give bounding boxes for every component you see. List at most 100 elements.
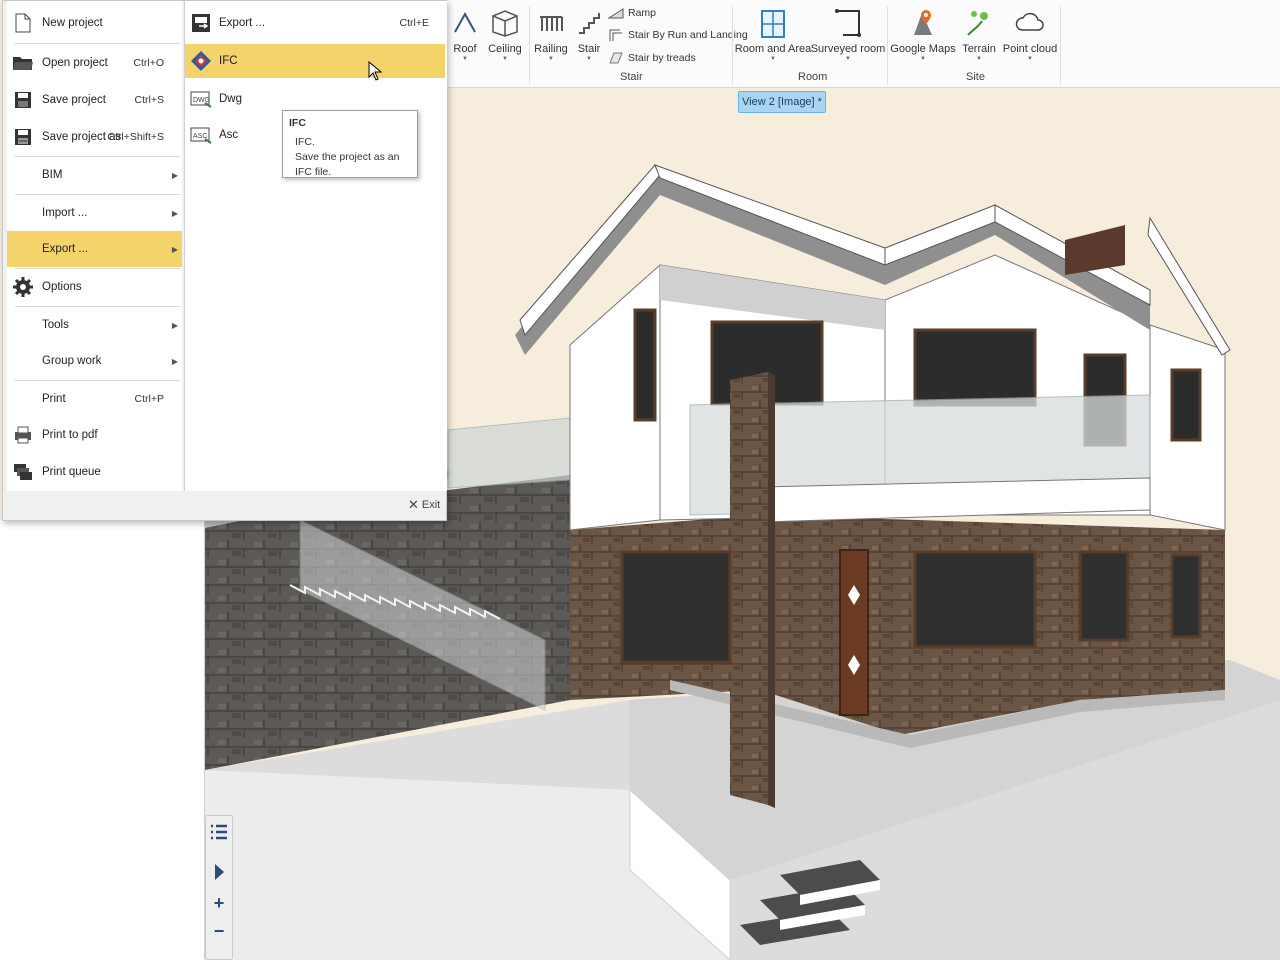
tooltip-description: Save the project as an IFC file.: [295, 151, 400, 178]
ramp-button[interactable]: Ramp: [608, 3, 656, 23]
stair-icon: [571, 4, 607, 42]
roof-icon: [447, 4, 483, 42]
export-icon: [189, 11, 213, 35]
roof-label: Roof: [453, 43, 477, 55]
play-icon: [215, 864, 224, 880]
ribbon-separator: [732, 6, 733, 84]
export-submenu: Export ... Ctrl+E IFC DWG Dwg ASC Asc: [184, 1, 447, 491]
site-group-label: Site: [966, 71, 985, 83]
ceiling-button[interactable]: Ceiling ▼: [485, 4, 525, 66]
chevron-right-icon: ▶: [171, 356, 178, 366]
menu-item-shortcut: Ctrl+O: [133, 57, 164, 69]
room-area-label: Room and Area: [734, 43, 812, 55]
stair-treads-label: Stair by treads: [628, 52, 696, 64]
menu-item-label: Print queue: [42, 466, 101, 478]
menu-item-tools[interactable]: Tools ▶: [7, 307, 182, 343]
file-menu-list: New project Open project Ctrl+O Save pro…: [7, 1, 182, 491]
menu-item-save-project-as[interactable]: Save project as Ctrl+Shift+S: [7, 119, 182, 155]
print-queue-icon: [11, 460, 35, 484]
ribbon-toolbar: Roof ▼ Ceiling ▼ Railing ▼ Stair ▼ Ramp …: [445, 0, 1280, 88]
menu-item-print-queue[interactable]: Print queue: [7, 454, 182, 490]
stair-button[interactable]: Stair ▼: [573, 4, 605, 66]
exit-label: Exit: [421, 499, 441, 511]
stair-run-landing-label: Stair By Run and Landing: [628, 29, 748, 41]
point-cloud-button[interactable]: Point cloud ▼: [1002, 4, 1058, 66]
terrain-button[interactable]: Terrain ▼: [961, 4, 997, 66]
chevron-right-icon: ▶: [171, 170, 178, 180]
roof-button[interactable]: Roof ▼: [447, 4, 483, 66]
chevron-down-icon: ▼: [976, 56, 982, 62]
menu-item-open-project[interactable]: Open project Ctrl+O: [7, 45, 182, 81]
stair-group-label: Stair: [620, 71, 643, 83]
menu-item-bim[interactable]: BIM ▶: [7, 157, 182, 193]
menu-item-label: Import ...: [42, 207, 88, 219]
tooltip-line: IFC.: [295, 136, 315, 148]
submenu-item-label: IFC: [219, 55, 238, 67]
ribbon-separator: [887, 6, 888, 84]
submenu-item-export[interactable]: Export ... Ctrl+E: [185, 6, 445, 40]
list-menu-button[interactable]: [206, 816, 232, 848]
open-project-icon: [11, 51, 35, 75]
menu-item-save-project[interactable]: Save project Ctrl+S: [7, 82, 182, 118]
play-button[interactable]: [206, 856, 232, 888]
menu-item-label: Save project: [42, 94, 106, 106]
menu-item-label: Print: [42, 393, 66, 405]
menu-item-label: New project: [42, 17, 103, 29]
point-cloud-label: Point cloud: [1002, 43, 1058, 55]
ceiling-icon: [487, 4, 523, 42]
surveyed-room-label: Surveyed room: [810, 43, 886, 55]
surveyed-room-icon: [830, 4, 866, 42]
submenu-item-shortcut: Ctrl+E: [399, 17, 429, 29]
gear-icon: [11, 275, 35, 299]
menu-item-shortcut: Ctrl+P: [134, 393, 164, 405]
submenu-item-label: Export ...: [219, 17, 266, 29]
ribbon-separator: [1060, 6, 1061, 84]
menu-item-options[interactable]: Options: [7, 269, 182, 305]
ifc-tooltip: IFC IFC. Save the project as an IFC file…: [282, 110, 418, 178]
asc-icon: ASC: [189, 123, 213, 147]
menu-item-shortcut: Ctrl+Shift+S: [107, 131, 164, 143]
room-area-icon: [755, 4, 791, 42]
workspace-background: [0, 520, 205, 960]
menu-item-label: Options: [42, 281, 82, 293]
chevron-down-icon: ▼: [502, 56, 508, 62]
view-tab[interactable]: View 2 [Image] *: [738, 91, 826, 113]
stair-label: Stair: [577, 43, 601, 55]
menu-item-export[interactable]: Export ... ▶: [7, 231, 182, 267]
stair-run-landing-icon: [609, 29, 622, 41]
menu-item-print[interactable]: Print Ctrl+P: [7, 381, 182, 417]
ifc-icon: [189, 49, 213, 73]
stair-treads-icon: [609, 52, 623, 64]
menu-item-label: Open project: [42, 57, 108, 69]
svg-text:DWG: DWG: [193, 97, 210, 104]
new-project-icon: [11, 11, 35, 35]
chevron-down-icon: ▼: [462, 56, 468, 62]
chevron-down-icon: ▼: [920, 56, 926, 62]
submenu-item-ifc[interactable]: IFC: [185, 44, 445, 78]
submenu-item-label: Dwg: [219, 93, 243, 105]
google-maps-button[interactable]: Google Maps ▼: [890, 4, 956, 66]
menu-item-import[interactable]: Import ... ▶: [7, 195, 182, 231]
menu-item-label: BIM: [42, 169, 63, 181]
surveyed-room-button[interactable]: Surveyed room ▼: [811, 4, 885, 66]
stair-treads-button[interactable]: Stair by treads: [608, 48, 696, 68]
chevron-right-icon: ▶: [171, 320, 178, 330]
stair-run-landing-button[interactable]: Stair By Run and Landing: [608, 25, 748, 45]
menu-item-print-to-pdf[interactable]: Print to pdf: [7, 417, 182, 453]
exit-button[interactable]: ✕ Exit: [408, 497, 440, 513]
menu-item-label: Export ...: [42, 243, 89, 255]
menu-item-group-work[interactable]: Group work ▶: [7, 343, 182, 379]
room-and-area-button[interactable]: Room and Area ▼: [735, 4, 811, 66]
ramp-icon: [608, 8, 624, 19]
menu-divider: [15, 43, 180, 44]
menu-item-label: Tools: [42, 319, 69, 331]
tooltip-title: IFC: [289, 117, 306, 129]
zoom-out-button[interactable]: −: [206, 918, 232, 944]
zoom-in-button[interactable]: +: [206, 888, 232, 918]
menu-item-shortcut: Ctrl+S: [134, 94, 164, 106]
terrain-icon: [961, 4, 997, 42]
railing-button[interactable]: Railing ▼: [533, 4, 569, 66]
ribbon-separator: [529, 6, 530, 84]
menu-item-new-project[interactable]: New project: [7, 5, 182, 41]
chevron-down-icon: ▼: [845, 56, 851, 62]
